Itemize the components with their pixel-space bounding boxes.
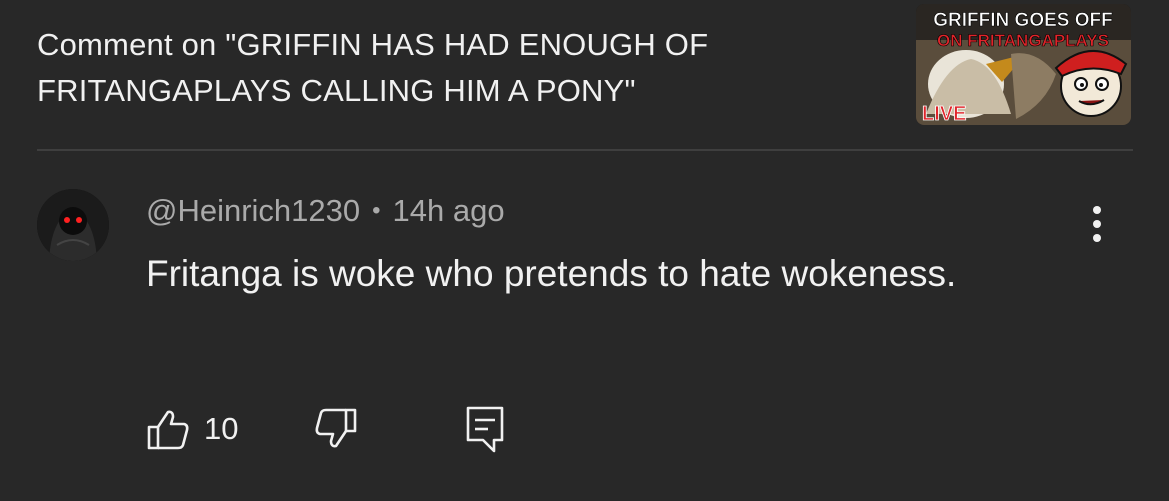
dislike-button[interactable] [314, 404, 358, 454]
thumbnail-line1: GRIFFIN GOES OFF [933, 10, 1112, 31]
divider [37, 149, 1133, 151]
comment-page: Comment on "GRIFFIN HAS HAD ENOUGH OF FR… [0, 0, 1169, 501]
comment-text: Fritanga is woke who pretends to hate wo… [146, 253, 957, 294]
thumbnail-art: GRIFFIN GOES OFF ON FRITANGAPLAYS LIVE [916, 4, 1131, 125]
avatar-image [37, 189, 109, 261]
page-title: Comment on "GRIFFIN HAS HAD ENOUGH OF FR… [37, 27, 709, 108]
comment-meta: @Heinrich1230 • 14h ago [146, 191, 505, 231]
like-button[interactable]: 10 [146, 404, 238, 454]
comment-time: 14h ago [392, 193, 505, 228]
more-vert-icon [1093, 206, 1101, 242]
like-count: 10 [204, 411, 239, 446]
thumbs-up-icon [147, 410, 189, 450]
reply-icon [466, 406, 504, 453]
video-thumbnail[interactable]: GRIFFIN GOES OFF ON FRITANGAPLAYS LIVE [916, 4, 1131, 125]
comment-author[interactable]: @Heinrich1230 [146, 193, 360, 229]
thumbnail-live-badge: LIVE [922, 103, 966, 125]
meta-separator: • [372, 197, 381, 224]
reply-button[interactable] [464, 404, 508, 454]
thumbnail-line2: ON FRITANGAPLAYS [937, 31, 1109, 50]
more-button[interactable] [1080, 200, 1114, 248]
thumbs-down-icon [315, 408, 357, 448]
avatar[interactable] [37, 189, 109, 261]
